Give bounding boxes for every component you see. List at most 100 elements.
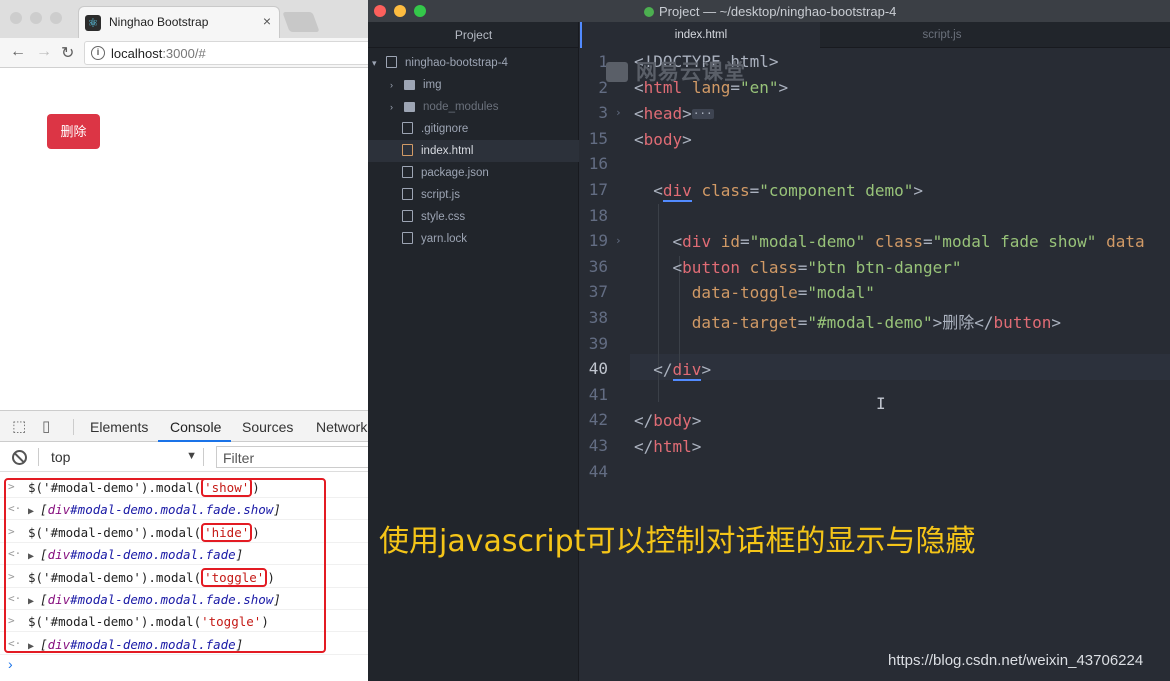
line-number: 42 <box>588 410 608 430</box>
maximize-window-icon[interactable] <box>50 12 62 24</box>
code-line: <div class="component demo"> <box>653 181 924 202</box>
file-icon <box>402 232 413 244</box>
line-number: 2 <box>598 77 608 97</box>
code-line: </html> <box>634 437 702 456</box>
tree-item-package-json[interactable]: package.json <box>368 162 579 184</box>
tab-close-icon[interactable]: × <box>263 13 271 29</box>
watermark: 网易云课堂 <box>606 56 746 86</box>
chevron-down-icon: ▼ <box>186 450 197 462</box>
line-number: 37 <box>588 282 608 302</box>
address-bar[interactable]: i localhost:3000/# <box>84 41 368 65</box>
context-selector[interactable]: top ▼ <box>38 448 204 466</box>
browser-window: ⚛ Ninghao Bootstrap × ← → ↻ i localhost:… <box>0 0 368 681</box>
line-number: 41 <box>588 384 608 404</box>
console-filter-input[interactable]: Filter <box>216 446 368 468</box>
delete-button[interactable]: 删除 <box>47 114 100 149</box>
tab-sources[interactable]: Sources <box>242 419 293 435</box>
file-icon <box>402 210 413 222</box>
chevron-right-icon: › <box>390 102 393 112</box>
context-value: top <box>51 449 71 465</box>
maximize-window-icon[interactable] <box>414 5 426 17</box>
folder-icon <box>404 80 415 90</box>
line-number: 36 <box>588 256 608 276</box>
line-number: 44 <box>588 461 608 481</box>
line-number: 39 <box>588 333 608 353</box>
screenshot-root: ⚛ Ninghao Bootstrap × ← → ↻ i localhost:… <box>0 0 1170 681</box>
tree-item-script-js[interactable]: script.js <box>368 184 579 206</box>
file-icon <box>402 188 413 200</box>
tree-item-node-modules[interactable]: › node_modules <box>368 96 579 118</box>
chevron-right-icon: › <box>390 80 393 90</box>
line-number: 18 <box>588 205 608 225</box>
video-caption: 使用javascript可以控制对话框的显示与隐藏 <box>379 524 976 559</box>
tree-item-label: .gitignore <box>421 123 469 135</box>
minimize-window-icon[interactable] <box>30 12 42 24</box>
chevron-down-icon: ▾ <box>372 58 377 68</box>
line-number: 1 <box>598 52 608 71</box>
tree-root-folder[interactable]: ▾ ninghao-bootstrap-4 <box>368 52 579 74</box>
file-icon <box>402 122 413 134</box>
code-editor[interactable]: 1 2 3 15 16 17 18 19 36 37 38 39 40 41 42 43 44 › › <!DO… <box>580 48 1170 681</box>
file-icon <box>402 144 413 156</box>
code-line: <body> <box>634 130 692 149</box>
tree-item-label: img <box>423 79 442 91</box>
code-line: <div id="modal-demo" class="modal fade s… <box>672 232 1145 251</box>
tab-script-js[interactable]: script.js <box>822 22 1062 48</box>
inspect-element-icon[interactable]: ⬚ <box>12 419 28 435</box>
forward-arrow-icon[interactable]: → <box>36 43 52 61</box>
tree-item-img[interactable]: › img <box>368 74 579 96</box>
tab-network[interactable]: Network <box>316 419 367 435</box>
folder-icon <box>404 102 415 112</box>
code-line: </div> <box>653 360 712 381</box>
fold-arrow-icon[interactable]: › <box>615 106 622 119</box>
tree-item-index-html[interactable]: index.html <box>368 140 579 162</box>
line-number: 43 <box>588 436 608 455</box>
tree-item-label: yarn.lock <box>421 233 468 245</box>
tab-index-html[interactable]: index.html <box>580 22 820 48</box>
tab-elements[interactable]: Elements <box>90 419 148 435</box>
tree-item-label: index.html <box>421 145 474 157</box>
annotation-red-box <box>4 478 326 653</box>
clear-console-icon[interactable] <box>12 450 27 465</box>
tree-header[interactable]: Project <box>368 22 579 48</box>
tree-item-label: node_modules <box>423 101 499 113</box>
close-window-icon[interactable] <box>10 12 22 24</box>
close-window-icon[interactable] <box>374 5 386 17</box>
reload-icon[interactable]: ↻ <box>61 43 74 63</box>
line-number: 40 <box>588 359 608 379</box>
tree-item-yarn-lock[interactable]: yarn.lock <box>368 228 579 250</box>
file-icon <box>402 166 413 178</box>
browser-toolbar: ← → ↻ i localhost:3000/# <box>0 38 368 68</box>
editor-window-title: Project — ~/desktop/ninghao-bootstrap-4 <box>644 4 896 19</box>
page-viewport: 删除 <box>0 69 368 410</box>
line-number: 3 <box>598 103 608 123</box>
tree-item-style-css[interactable]: style.css <box>368 206 579 228</box>
tab-console[interactable]: Console <box>170 419 221 435</box>
device-toolbar-icon[interactable]: ▯ <box>42 419 58 435</box>
tree-item-label: package.json <box>421 167 489 179</box>
source-credit: https://blog.csdn.net/weixin_43706224 <box>888 652 1144 669</box>
back-arrow-icon[interactable]: ← <box>10 43 26 61</box>
console-prompt-icon[interactable]: › <box>8 656 13 672</box>
site-info-icon[interactable]: i <box>91 46 105 60</box>
editor-window: Project — ~/desktop/ninghao-bootstrap-4 … <box>368 0 1170 681</box>
text-cursor-icon: I <box>876 394 886 413</box>
tree-item-label: style.css <box>421 211 466 223</box>
devtools-tabbar: ⬚ ▯ Elements Console Sources Network <box>0 410 368 442</box>
folded-ellipsis-icon[interactable]: ··· <box>691 108 714 119</box>
minimize-window-icon[interactable] <box>394 5 406 17</box>
line-number: 38 <box>588 308 608 327</box>
code-line: <button class="btn btn-danger" <box>672 258 962 277</box>
address-url: localhost:3000/# <box>111 46 206 61</box>
chrome-icon <box>644 7 654 17</box>
browser-tab[interactable]: ⚛ Ninghao Bootstrap × <box>78 6 280 38</box>
editor-tabbar: index.html script.js <box>580 22 1170 48</box>
filter-placeholder: Filter <box>223 450 255 466</box>
netease-logo-icon <box>606 62 628 82</box>
fold-arrow-icon[interactable]: › <box>615 234 622 247</box>
tree-item-gitignore[interactable]: .gitignore <box>368 118 579 140</box>
project-tree: Project ▾ ninghao-bootstrap-4 › img › node_m… <box>368 22 579 681</box>
new-tab-button[interactable] <box>282 12 320 32</box>
line-number: 16 <box>588 154 608 174</box>
line-number: 17 <box>588 180 608 199</box>
